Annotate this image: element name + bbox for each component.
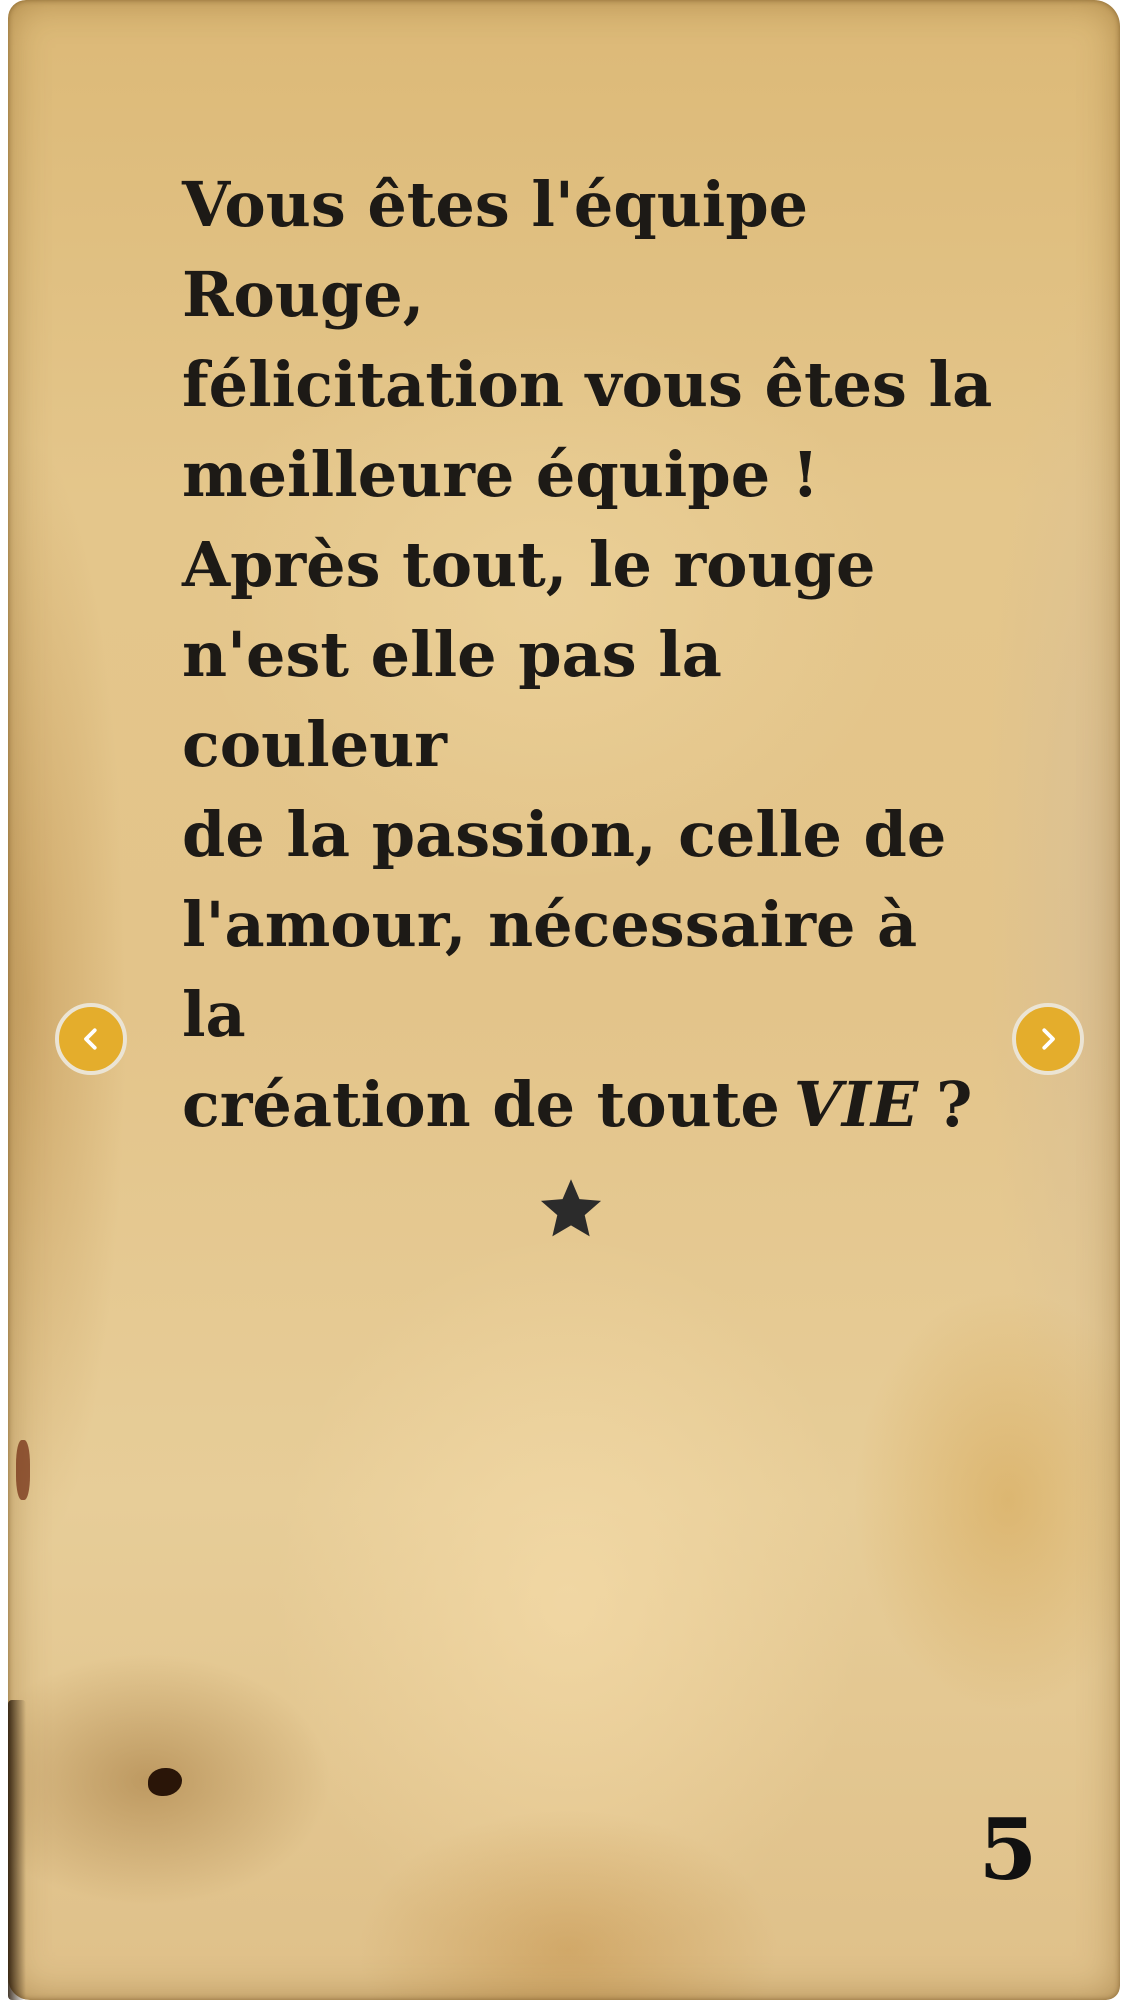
- ink-stain: [148, 1768, 182, 1796]
- burnt-edge: [8, 1700, 26, 2000]
- story-line: création de toute: [182, 1068, 780, 1141]
- story-line: Après tout, le rouge: [182, 528, 876, 601]
- star-icon: [540, 1179, 602, 1237]
- rust-stain: [16, 1440, 30, 1500]
- story-line: meilleure équipe !: [182, 438, 819, 511]
- story-paragraph-1: Vous êtes l'équipe Rouge, félicitation v…: [182, 160, 1002, 520]
- story-paragraph-2: Après tout, le rouge n'est elle pas la c…: [182, 520, 1002, 1150]
- story-line: n'est elle pas la couleur: [182, 618, 722, 781]
- page-number: 5: [978, 1800, 1038, 1899]
- chevron-left-icon: [84, 1028, 97, 1050]
- story-line: félicitation vous êtes la: [182, 348, 993, 421]
- emphasis-word: VIE: [793, 1068, 919, 1141]
- story-line: Vous êtes l'équipe Rouge,: [182, 168, 809, 331]
- chevron-right-icon: [1042, 1028, 1055, 1050]
- next-page-button[interactable]: [1012, 1003, 1084, 1075]
- previous-page-button[interactable]: [55, 1003, 127, 1075]
- story-line: de la passion, celle de: [182, 798, 947, 871]
- story-line: l'amour, nécessaire à la: [182, 888, 918, 1051]
- question-mark: ?: [936, 1068, 973, 1141]
- page: Vous êtes l'équipe Rouge, félicitation v…: [0, 0, 1125, 2000]
